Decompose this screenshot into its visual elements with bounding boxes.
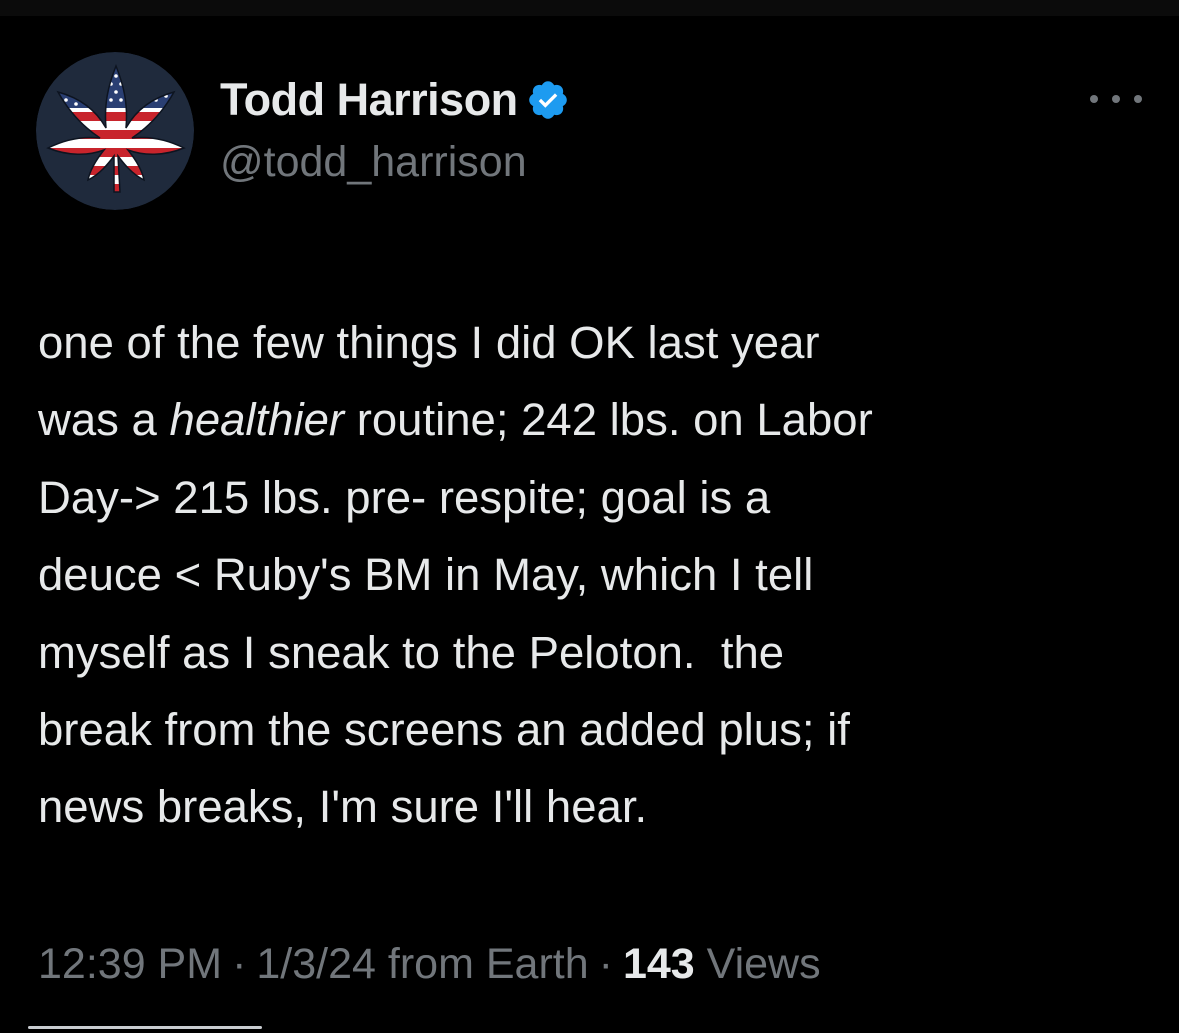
verified-badge-icon[interactable]: [526, 78, 570, 122]
author-name-row: Todd Harrison: [220, 70, 570, 130]
more-dot: [1134, 95, 1142, 103]
tweet-text: one of the few things I did OK last year…: [38, 304, 1158, 846]
top-strip: [0, 0, 1179, 16]
tweet-line: Day-> 215 lbs. pre- respite; goal is a: [38, 459, 1158, 536]
tweet-line: was a healthier routine; 242 lbs. on Lab…: [38, 381, 1158, 458]
tweet-line: break from the screens an added plus; if: [38, 691, 1158, 768]
tweet-text-italic: healthier: [169, 394, 345, 446]
tweet-line: myself as I sneak to the Peloton. the: [38, 614, 1158, 691]
tweet-text-segment: myself as I sneak to the Peloton. the: [38, 626, 785, 678]
tweet-line: deuce < Ruby's BM in May, which I tell: [38, 536, 1158, 613]
tweet-time[interactable]: 12:39 PM: [38, 940, 222, 989]
views-count: 143: [622, 940, 695, 988]
more-options-icon[interactable]: [1090, 84, 1142, 114]
tweet-text-segment: routine; 242 lbs. on Labor: [344, 394, 873, 446]
author-display-name[interactable]: Todd Harrison: [220, 74, 518, 126]
tweet-date[interactable]: 1/3/24: [256, 940, 376, 989]
tweet-source: from Earth: [387, 940, 589, 988]
author-handle[interactable]: @todd_harrison: [220, 138, 527, 187]
tweet-line: news breaks, I'm sure I'll hear.: [38, 768, 1158, 845]
meta-separator: ·: [232, 940, 247, 988]
bottom-divider: [28, 1026, 262, 1029]
more-dot: [1090, 95, 1098, 103]
avatar[interactable]: [36, 52, 194, 210]
tweet-text-segment: one of the few things I did OK last year: [38, 317, 820, 368]
meta-separator: ·: [598, 940, 613, 988]
views-label: Views: [706, 940, 821, 988]
tweet-text-segment: was a: [38, 394, 170, 446]
tweet-text-segment: Day-> 215 lbs. pre- respite; goal is a: [38, 471, 771, 523]
more-dot: [1112, 95, 1120, 103]
tweet-text-segment: break from the screens an added plus; if: [38, 704, 850, 756]
cannabis-leaf-us-flag-icon: [36, 52, 194, 210]
tweet-line: one of the few things I did OK last year: [38, 304, 1158, 381]
tweet-text-segment: news breaks, I'm sure I'll hear.: [38, 781, 648, 833]
tweet-text-segment: deuce < Ruby's BM in May, which I tell: [38, 549, 814, 601]
tweet-meta: 12:39 PM · 1/3/24 from Earth · 143 Views: [38, 940, 821, 989]
